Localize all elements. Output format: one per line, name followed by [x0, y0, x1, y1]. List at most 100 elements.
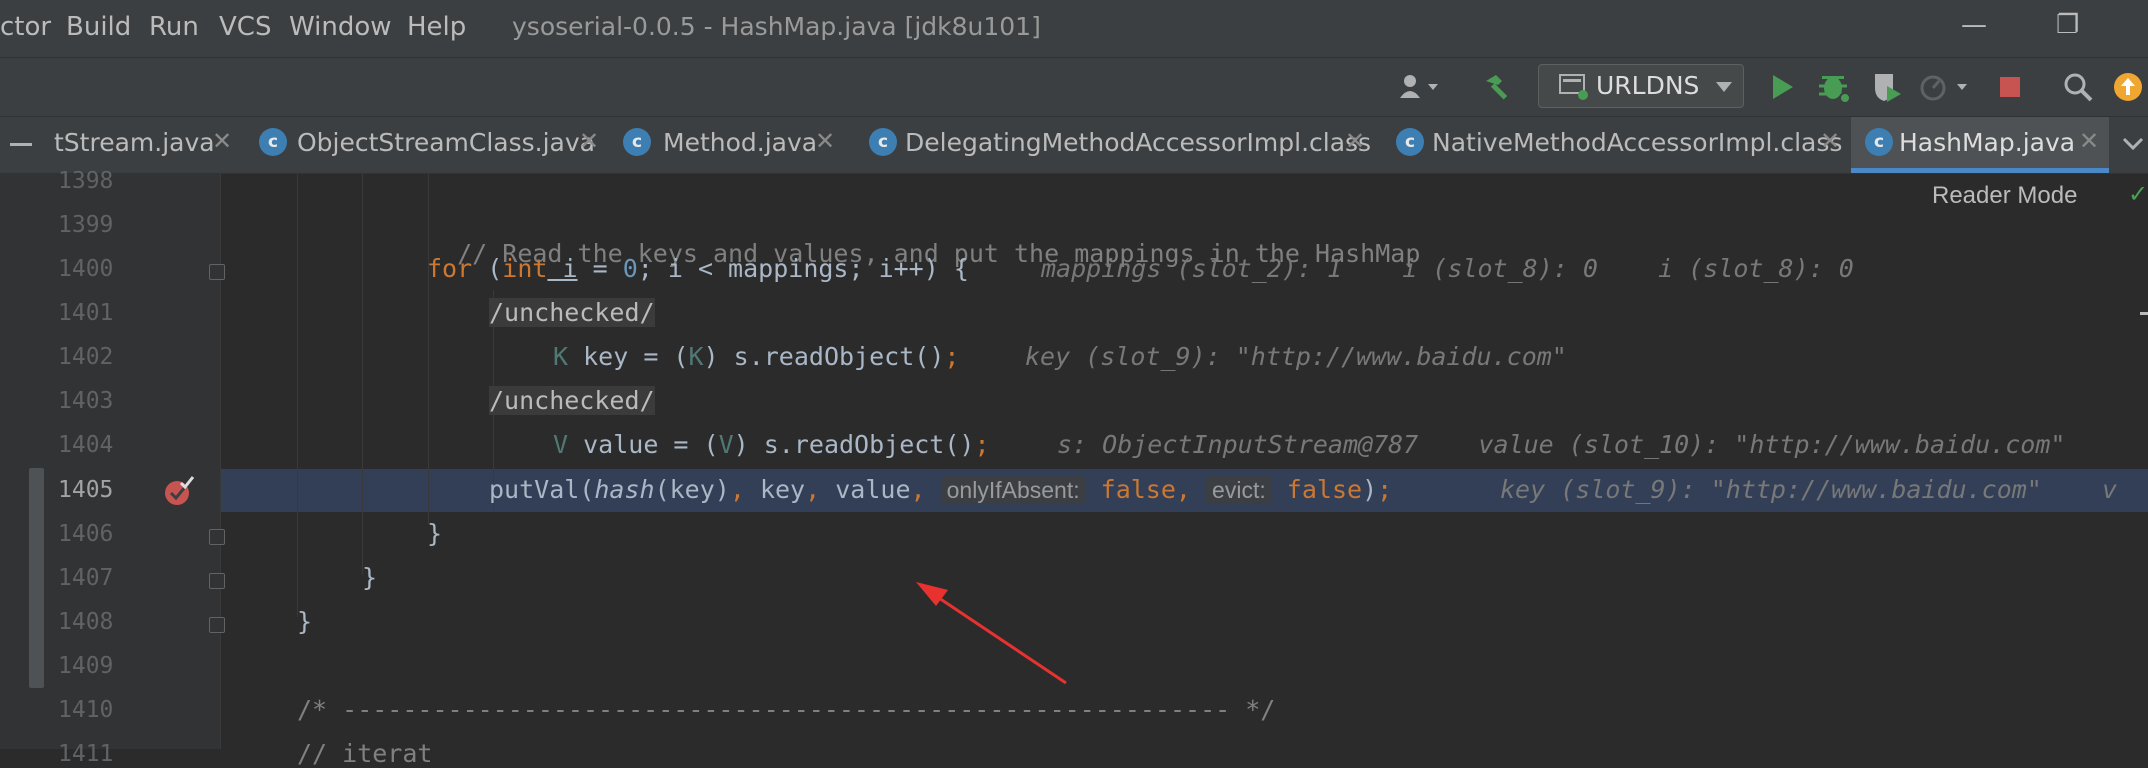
code-token: ,: [729, 475, 745, 504]
tab-hashmap[interactable]: c HashMap.java ✕: [1851, 117, 2109, 173]
code-line-1407: }: [362, 563, 378, 592]
parameter-hint: evict:: [1206, 476, 1272, 504]
menu-build[interactable]: Build: [66, 12, 131, 42]
stop-icon[interactable]: [1992, 68, 2028, 106]
code-token: putVal(: [489, 475, 595, 504]
annotation-unchecked: /unchecked/: [489, 298, 655, 327]
line-number: 1409: [58, 653, 114, 679]
tab-objectstreamclass[interactable]: c ObjectStreamClass.java ✕: [243, 117, 603, 173]
fold-marker[interactable]: [209, 617, 225, 633]
code-token: V: [553, 430, 569, 459]
left-scrollbar-thumb[interactable]: [29, 468, 44, 688]
menu-window[interactable]: Window: [289, 12, 392, 42]
tab-nativemethodaccessorimpl[interactable]: c NativeMethodAccessorImpl.class ✕: [1380, 117, 1850, 173]
tab-method[interactable]: c Method.java ✕: [607, 117, 847, 173]
close-icon[interactable]: ✕: [2079, 127, 2099, 155]
menu-refactor[interactable]: ctor: [0, 12, 51, 42]
run-icon[interactable]: [1762, 68, 1802, 106]
line-number: 1399: [58, 212, 114, 238]
reader-mode-button[interactable]: Reader Mode: [1932, 182, 2077, 210]
code-token: i: [547, 254, 578, 283]
code-token: false: [1286, 475, 1363, 504]
code-token: (key): [654, 475, 730, 504]
code-token: ,: [1175, 475, 1191, 504]
menu-run[interactable]: Run: [149, 12, 199, 42]
code-token: ; i < mappings; i++) {: [637, 254, 969, 283]
inspection-ok-icon[interactable]: ✓: [2128, 180, 2148, 208]
fold-marker[interactable]: [209, 529, 225, 545]
close-icon[interactable]: ✕: [212, 127, 232, 155]
code-line-1406: }: [427, 519, 443, 548]
line-number: 1404: [58, 432, 114, 458]
active-tab-indicator: [1851, 168, 2109, 173]
annotation-unchecked: /unchecked/: [489, 386, 655, 415]
close-icon[interactable]: ✕: [815, 127, 835, 155]
code-token: V: [718, 430, 734, 459]
indent-guide: [362, 174, 363, 574]
code-line-1400: for (int i = 0; i < mappings; i++) {: [427, 254, 969, 283]
build-hammer-icon[interactable]: [1478, 68, 1518, 106]
minimize-button[interactable]: —: [1961, 10, 1987, 40]
breakpoint-icon[interactable]: [163, 475, 195, 507]
line-number: 1402: [58, 344, 114, 370]
code-line-1411: // iterat: [297, 739, 433, 768]
debug-inline-value: key (slot_9): "http://www.baidu.com": [1025, 342, 1567, 371]
restore-button[interactable]: ❐: [2056, 10, 2079, 40]
code-token: key: [744, 475, 806, 504]
code-line-1410: /* -------------------------------------…: [297, 695, 1276, 724]
code-token: value = (: [568, 430, 719, 459]
tab-objectinputstream[interactable]: tStream.java ✕: [40, 117, 240, 173]
close-icon[interactable]: ✕: [1345, 127, 1365, 155]
coverage-icon[interactable]: [1866, 68, 1906, 106]
line-number: 1406: [58, 521, 114, 547]
fold-marker[interactable]: [209, 573, 225, 589]
menu-bar: ctor Build Run VCS Window Help ysoserial…: [0, 0, 2148, 58]
code-token: ;: [974, 430, 990, 459]
class-icon: c: [869, 128, 897, 156]
tab-label: DelegatingMethodAccessorImpl.class: [905, 128, 1372, 157]
tab-label: HashMap.java: [1899, 128, 2076, 157]
code-token: K: [688, 342, 704, 371]
code-token: =: [577, 254, 623, 283]
code-token: ) s.readObject(): [733, 430, 975, 459]
minus-icon: [10, 143, 32, 146]
profile-icon[interactable]: [1916, 68, 1974, 106]
tab-label: Method.java: [663, 128, 818, 157]
code-token: value: [820, 475, 911, 504]
code-token: int: [502, 254, 548, 283]
search-icon[interactable]: [2058, 68, 2098, 106]
close-icon[interactable]: ✕: [579, 127, 599, 155]
code-token: ,: [805, 475, 821, 504]
window-title: ysoserial-0.0.5 - HashMap.java [jdk8u101…: [512, 12, 1041, 41]
close-icon[interactable]: ✕: [1820, 127, 1840, 155]
debug-icon[interactable]: [1814, 68, 1854, 106]
code-token: ): [1362, 475, 1378, 504]
code-token: key = (: [568, 342, 689, 371]
line-number: 1410: [58, 697, 114, 723]
fold-marker[interactable]: [209, 264, 225, 280]
scrollbar-marker: [2140, 312, 2148, 315]
code-line-1405: putVal(hash(key), key, value, onlyIfAbse…: [489, 475, 1392, 504]
update-icon[interactable]: [2108, 68, 2148, 106]
tab-list-collapse[interactable]: [0, 117, 40, 173]
line-number: 1401: [58, 300, 114, 326]
line-number-current: 1405: [58, 477, 114, 503]
tab-delegatingmethodaccessorimpl[interactable]: c DelegatingMethodAccessorImpl.class ✕: [853, 117, 1377, 173]
line-number: 1398: [58, 168, 114, 194]
run-configuration-selector[interactable]: URLDNS: [1538, 64, 1744, 108]
class-icon: c: [1865, 128, 1893, 156]
editor-tab-bar: tStream.java ✕ c ObjectStreamClass.java …: [0, 117, 2148, 174]
class-icon: c: [259, 128, 287, 156]
menu-help[interactable]: Help: [407, 12, 466, 42]
line-number: 1403: [58, 388, 114, 414]
line-number: 1407: [58, 565, 114, 591]
tab-label: tStream.java: [54, 128, 215, 157]
code-token: K: [553, 342, 569, 371]
code-token: ,: [910, 475, 926, 504]
user-icon[interactable]: [1392, 68, 1450, 106]
code-token: 0: [622, 254, 638, 283]
code-token: ) s.readObject(): [703, 342, 945, 371]
tab-overflow-button[interactable]: [2116, 117, 2148, 173]
menu-vcs[interactable]: VCS: [219, 12, 271, 42]
code-token: false: [1100, 475, 1176, 504]
